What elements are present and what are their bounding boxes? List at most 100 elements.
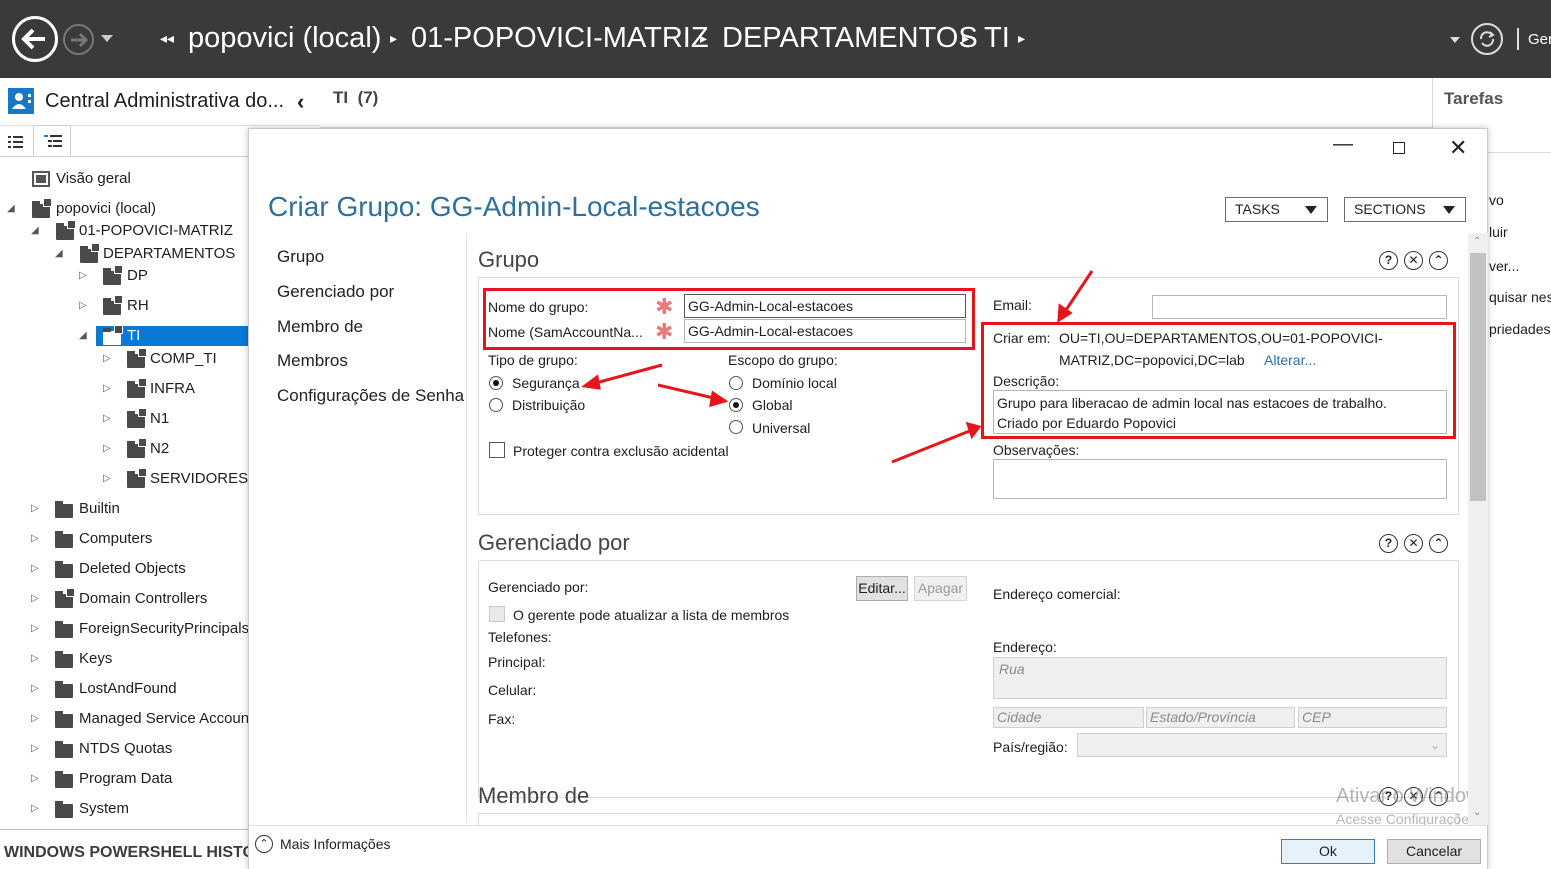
- nav-membro-de[interactable]: Membro de: [277, 317, 363, 337]
- collapse-pane-icon[interactable]: ‹: [297, 89, 304, 115]
- nav-membros[interactable]: Membros: [277, 351, 348, 371]
- expanded-arrow-icon[interactable]: ◢: [31, 225, 39, 236]
- task-item[interactable]: luir: [1489, 224, 1508, 240]
- collapsed-arrow-icon[interactable]: ▷: [31, 743, 39, 754]
- close-button[interactable]: ✕: [1449, 135, 1467, 161]
- collapsed-arrow-icon[interactable]: ▷: [31, 683, 39, 694]
- breadcrumb-separator-icon: ▸: [962, 30, 970, 46]
- collapsed-arrow-icon[interactable]: ▷: [31, 503, 39, 514]
- refresh-icon: [1479, 31, 1495, 47]
- collapsed-arrow-icon[interactable]: ▷: [31, 593, 39, 604]
- nav-gerenciado-por[interactable]: Gerenciado por: [277, 282, 394, 302]
- collapsed-arrow-icon[interactable]: ▷: [31, 803, 39, 814]
- dropdown-arrow-icon: [1305, 206, 1317, 214]
- ou-icon: [56, 220, 76, 240]
- more-info-label: Mais Informações: [280, 836, 391, 852]
- tasks-label: TASKS: [1235, 201, 1280, 217]
- maximize-button[interactable]: [1393, 142, 1405, 154]
- breadcrumb-matriz[interactable]: 01-POPOVICI-MATRIZ: [411, 22, 709, 55]
- sections-dropdown[interactable]: SECTIONS: [1344, 197, 1466, 222]
- tree-view-button[interactable]: [33, 125, 71, 157]
- forward-button[interactable]: [63, 24, 94, 55]
- clear-section-icon[interactable]: ✕: [1404, 534, 1423, 553]
- breadcrumb-separator-icon: ▸: [390, 30, 398, 46]
- breadcrumb-ti[interactable]: TI: [984, 22, 1010, 55]
- minimize-button[interactable]: —: [1333, 133, 1353, 156]
- address-dropdown-icon[interactable]: [1450, 37, 1460, 43]
- tree-item-label: N1: [150, 410, 170, 427]
- powershell-history-header[interactable]: WINDOWS POWERSHELL HISTORY: [4, 844, 248, 862]
- divider: [0, 829, 248, 830]
- breadcrumb-departamentos[interactable]: DEPARTAMENTOS: [722, 22, 978, 55]
- collapsed-arrow-icon[interactable]: ▷: [31, 773, 39, 784]
- task-item[interactable]: ver...: [1489, 258, 1519, 274]
- collapsed-arrow-icon[interactable]: ▷: [103, 353, 111, 364]
- ou-icon: [80, 243, 100, 263]
- tree-item-label: LostAndFound: [79, 680, 177, 697]
- forward-arrow-icon: [71, 32, 89, 48]
- collapsed-arrow-icon[interactable]: ▷: [103, 473, 111, 484]
- tasks-dropdown[interactable]: TASKS: [1225, 197, 1328, 222]
- collapsed-arrow-icon[interactable]: ▷: [31, 533, 39, 544]
- scroll-thumb[interactable]: [1470, 253, 1486, 501]
- collapsed-arrow-icon[interactable]: ▷: [31, 713, 39, 724]
- collapsed-arrow-icon[interactable]: ▷: [31, 563, 39, 574]
- city-placeholder: Cidade: [997, 709, 1042, 725]
- container-icon: [55, 681, 73, 698]
- collapsed-arrow-icon[interactable]: ▷: [79, 270, 87, 281]
- manage-menu[interactable]: Ger: [1528, 31, 1551, 48]
- scrollbar[interactable]: ⌃ ⌄: [1468, 233, 1488, 825]
- edit-manager-button[interactable]: Editar...: [856, 576, 908, 601]
- dialog-footer: ⌃ Mais Informações Ok Cancelar: [249, 825, 1487, 869]
- cancel-button[interactable]: Cancelar: [1387, 839, 1481, 864]
- help-icon[interactable]: ?: [1379, 534, 1398, 553]
- object-count: (7): [357, 88, 379, 107]
- clear-manager-button[interactable]: Apagar: [914, 576, 967, 601]
- zip-placeholder: CEP: [1302, 709, 1331, 725]
- expanded-arrow-icon[interactable]: ◢: [7, 203, 15, 214]
- expanded-arrow-icon[interactable]: ◢: [79, 330, 87, 341]
- tree-item-label: Builtin: [79, 500, 120, 517]
- tree-item-label: DEPARTAMENTOS: [103, 245, 236, 262]
- expanded-arrow-icon[interactable]: ◢: [55, 248, 63, 259]
- navigation-pane-header: Central Administrativa do... ‹: [0, 78, 320, 126]
- task-item[interactable]: priedades: [1489, 321, 1551, 337]
- refresh-button[interactable]: [1471, 23, 1503, 55]
- nav-grupo[interactable]: Grupo: [277, 247, 324, 267]
- back-button[interactable]: [12, 16, 58, 62]
- divider: [0, 156, 248, 157]
- chevron-down-icon: ⌄: [1429, 738, 1440, 752]
- collapse-section-icon[interactable]: ⌃: [1429, 534, 1448, 553]
- managed-by-label: Gerenciado por:: [488, 579, 589, 595]
- task-item[interactable]: quisar nes: [1489, 289, 1551, 305]
- scroll-up-icon[interactable]: ⌃: [1473, 236, 1481, 247]
- city-input: Cidade: [993, 707, 1144, 728]
- collapsed-arrow-icon[interactable]: ▷: [31, 653, 39, 664]
- container-icon: [55, 711, 73, 728]
- nav-configuracoes-senha[interactable]: Configurações de Senha: [277, 386, 464, 406]
- ou-icon: [127, 378, 147, 398]
- collapsed-arrow-icon[interactable]: ▷: [103, 383, 111, 394]
- collapsed-arrow-icon[interactable]: ▷: [103, 443, 111, 454]
- task-item[interactable]: vo: [1489, 192, 1504, 208]
- tree-item-label: Keys: [79, 650, 113, 667]
- breadcrumb-domain[interactable]: popovici (local): [188, 22, 381, 55]
- ou-icon: [103, 325, 123, 345]
- ou-icon: [127, 438, 147, 458]
- tree-item-label: SERVIDORES: [150, 470, 249, 487]
- ok-button[interactable]: Ok: [1281, 839, 1375, 864]
- country-label: País/região:: [993, 739, 1068, 755]
- activation-watermark-line1: Ativar o Windows: [1336, 785, 1468, 807]
- collapsed-arrow-icon[interactable]: ▷: [79, 300, 87, 311]
- tasks-title: Tarefas: [1444, 89, 1504, 108]
- list-view-button[interactable]: [0, 128, 32, 156]
- activation-watermark-line2: Acesse Configurações para ativar: [1336, 811, 1468, 825]
- collapsed-arrow-icon[interactable]: ▷: [103, 413, 111, 424]
- collapsed-arrow-icon[interactable]: ▷: [31, 623, 39, 634]
- scroll-down-icon[interactable]: ⌄: [1473, 807, 1481, 818]
- tree-item-label: Managed Service Accounts: [79, 710, 248, 727]
- manager-can-update-checkbox[interactable]: [489, 606, 505, 622]
- tree-item-label: Deleted Objects: [79, 560, 186, 577]
- history-dropdown-icon[interactable]: [101, 35, 113, 42]
- tree-item-label: 01-POPOVICI-MATRIZ: [79, 222, 233, 239]
